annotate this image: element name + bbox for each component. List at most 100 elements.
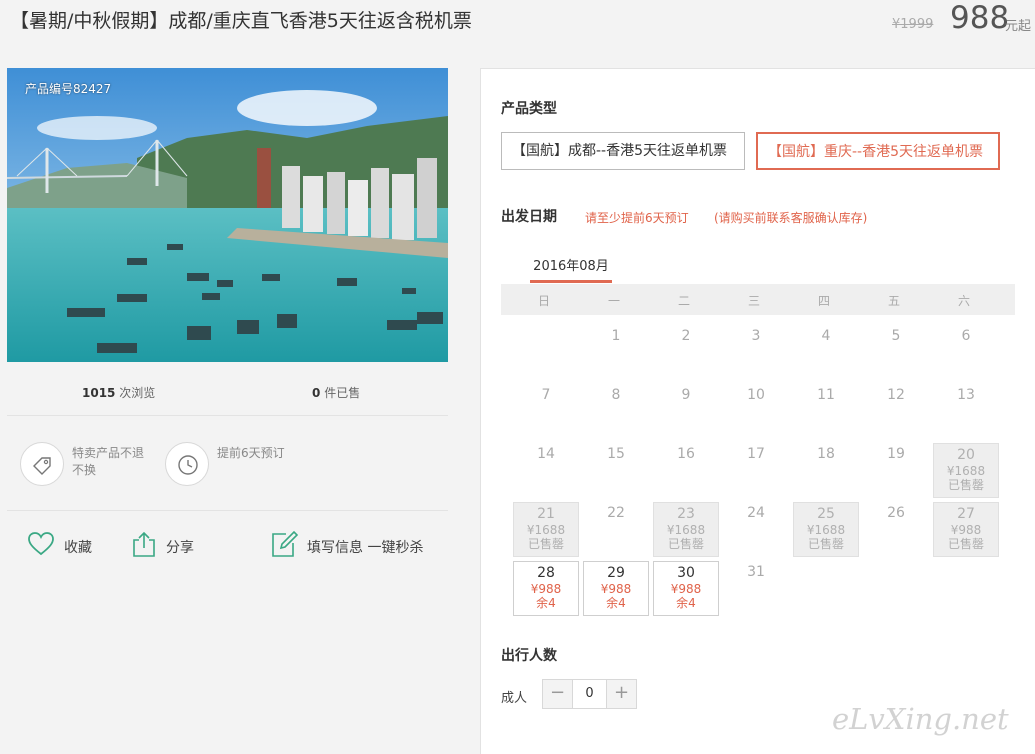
day-price: ¥988	[670, 582, 702, 596]
price: 988	[950, 0, 1010, 36]
calendar-day[interactable]: 24	[723, 502, 789, 557]
adult-label: 成人	[501, 691, 528, 706]
calendar-day[interactable]: 22	[583, 502, 649, 557]
calendar-day[interactable]: 26	[863, 502, 929, 557]
day-number: 13	[957, 387, 975, 403]
calendar-day[interactable]: 30 ¥988 余4	[653, 561, 719, 616]
calendar-day[interactable]: 19	[863, 443, 929, 498]
calendar-day[interactable]: 29 ¥988 余4	[583, 561, 649, 616]
day-number: 10	[747, 387, 765, 403]
calendar-day[interactable]: 15	[583, 443, 649, 498]
calendar-day[interactable]: 3	[723, 325, 789, 380]
edit-icon	[272, 530, 298, 557]
feature-text: 特卖产品不退不换	[72, 446, 145, 477]
product-id-label: 产品编号82427	[25, 82, 112, 96]
weekday-label: 六	[957, 294, 970, 308]
tag-icon	[20, 442, 64, 486]
adult-stepper: − 0 +	[542, 679, 637, 709]
product-image[interactable]: 产品编号82427	[7, 68, 448, 362]
day-number: 25	[817, 506, 835, 522]
day-number: 7	[541, 387, 551, 403]
calendar-day[interactable]: 4	[793, 325, 859, 380]
day-number: 18	[817, 446, 835, 462]
day-number: 11	[817, 387, 835, 403]
month-tab[interactable]: 2016年08月	[530, 257, 612, 283]
calendar-day[interactable]: 5	[863, 325, 929, 380]
harbor-scene-image	[7, 68, 448, 362]
original-price: ¥1999	[892, 17, 934, 32]
calendar-day[interactable]: 11	[793, 384, 859, 439]
calendar-day[interactable]: 7	[513, 384, 579, 439]
day-price: ¥1688	[526, 523, 566, 537]
product-title: 【暑期/中秋假期】成都/重庆直飞香港5天往返含税机票	[10, 10, 472, 32]
stock-confirm-note: (请购买前联系客服确认库存)	[714, 211, 868, 225]
calendar-day[interactable]: 21 ¥1688 已售罄	[513, 502, 579, 557]
calendar-day[interactable]: 16	[653, 443, 719, 498]
day-number: 8	[611, 387, 621, 403]
day-number: 22	[607, 505, 625, 521]
day-number: 9	[681, 387, 691, 403]
calendar-day[interactable]: 1	[583, 325, 649, 380]
favorite-button[interactable]: 收藏	[27, 530, 107, 560]
plus-button[interactable]: +	[606, 680, 636, 708]
calendar-day[interactable]: 17	[723, 443, 789, 498]
day-number: 2	[681, 328, 691, 344]
day-number: 3	[751, 328, 761, 344]
day-stock-status: 已售罄	[527, 537, 564, 551]
calendar-day[interactable]: 27 ¥988 已售罄	[933, 502, 999, 557]
day-stock-status: 余4	[536, 596, 556, 610]
calendar-day[interactable]: 14	[513, 443, 579, 498]
day-stock-status: 已售罄	[947, 537, 984, 551]
adult-count[interactable]: 0	[573, 680, 606, 708]
weekday-label: 二	[677, 294, 690, 308]
share-label: 分享	[166, 540, 194, 556]
calendar-day[interactable]: 23 ¥1688 已售罄	[653, 502, 719, 557]
day-number: 16	[677, 446, 695, 462]
calendar-day[interactable]: 6	[933, 325, 999, 380]
weekday-label: 三	[747, 294, 760, 308]
calendar-day[interactable]: 28 ¥988 余4	[513, 561, 579, 616]
heart-icon	[28, 532, 54, 556]
calendar-day[interactable]: 10	[723, 384, 789, 439]
product-type-option-chengdu[interactable]: 【国航】成都--香港5天往返单机票	[501, 132, 745, 170]
fill-info-button[interactable]: 填写信息 一键秒杀	[270, 530, 440, 560]
day-number: 21	[537, 506, 555, 522]
divider	[7, 415, 448, 416]
day-stock-status: 已售罄	[947, 478, 984, 492]
day-number: 17	[747, 446, 765, 462]
weekday-label: 五	[887, 294, 900, 308]
calendar-day[interactable]: 2	[653, 325, 719, 380]
weekday-header: 日一二三四五六	[501, 284, 1015, 315]
product-type-option-chongqing[interactable]: 【国航】重庆--香港5天往返单机票	[756, 132, 1000, 170]
feature-no-refund: 特卖产品不退不换	[20, 442, 150, 487]
calendar-day[interactable]: 18	[793, 443, 859, 498]
feature-text: 提前6天预订	[217, 446, 285, 460]
day-number: 6	[961, 328, 971, 344]
calendar-day[interactable]: 31	[723, 561, 789, 616]
day-stock-status: 已售罄	[807, 537, 844, 551]
day-number: 14	[537, 446, 555, 462]
calendar-day[interactable]: 25 ¥1688 已售罄	[793, 502, 859, 557]
travelers-label: 出行人数	[501, 648, 557, 664]
share-button[interactable]: 分享	[130, 530, 210, 560]
favorite-label: 收藏	[64, 540, 92, 556]
calendar-day[interactable]: 12	[863, 384, 929, 439]
views-count: 1015	[82, 386, 116, 400]
day-number: 19	[887, 446, 905, 462]
calendar-day[interactable]: 20 ¥1688 已售罄	[933, 443, 999, 498]
day-number: 30	[677, 565, 695, 581]
calendar-day[interactable]: 8	[583, 384, 649, 439]
title-bar: 【暑期/中秋假期】成都/重庆直飞香港5天往返含税机票 ¥1999 988 元起	[0, 0, 1035, 46]
divider	[7, 510, 448, 511]
weekday-label: 一	[607, 294, 620, 308]
calendar-day[interactable]: 13	[933, 384, 999, 439]
minus-button[interactable]: −	[543, 680, 573, 708]
day-price: ¥1688	[666, 523, 706, 537]
day-number: 12	[887, 387, 905, 403]
feature-advance-booking: 提前6天预订	[165, 442, 295, 487]
stats-row: 1015 次浏览 0 件已售	[7, 380, 448, 404]
calendar-day[interactable]: 9	[653, 384, 719, 439]
day-price: ¥1688	[946, 464, 986, 478]
weekday-label: 日	[537, 294, 550, 308]
price-unit: 元起	[1005, 19, 1032, 34]
